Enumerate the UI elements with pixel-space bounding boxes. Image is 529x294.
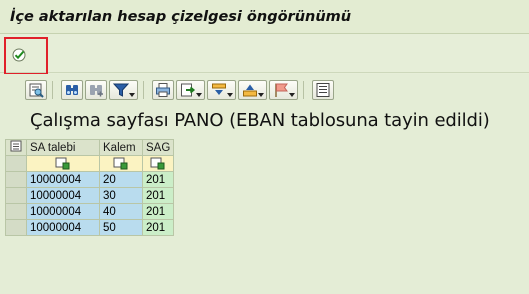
table-row: 10000004 40 201: [5, 203, 175, 220]
table-row: 10000004 20 201: [5, 171, 175, 188]
column-filter-button[interactable]: [99, 155, 143, 172]
print-button[interactable]: [152, 80, 174, 100]
column-filter-button[interactable]: [141, 155, 175, 172]
cell-sa-talebi[interactable]: 10000004: [26, 203, 100, 220]
flag-button[interactable]: [269, 80, 298, 100]
column-header-sag[interactable]: SAG: [141, 139, 175, 156]
dropdown-arrow-icon: [129, 93, 135, 97]
dropdown-arrow-icon: [289, 93, 295, 97]
export-button[interactable]: [176, 80, 205, 100]
flag-icon: [275, 83, 288, 97]
row-selector[interactable]: [5, 155, 27, 172]
layout-icon: [316, 83, 330, 97]
export-icon: [181, 83, 196, 97]
dropdown-arrow-icon: [258, 93, 264, 97]
row-selector[interactable]: [5, 171, 27, 188]
sort-button[interactable]: [238, 80, 267, 100]
select-all-icon: [10, 140, 22, 152]
cell-sag[interactable]: 201: [141, 171, 175, 188]
filter-icon: [113, 83, 129, 97]
title-bar: İçe aktarılan hesap çizelgesi öngörünümü: [0, 0, 529, 34]
cell-sa-talebi[interactable]: 10000004: [26, 219, 100, 236]
details-icon: [29, 83, 44, 98]
filter-row: [5, 155, 175, 172]
sum-button[interactable]: [207, 80, 236, 100]
window-title: İçe aktarılan hesap çizelgesi öngörünümü: [10, 9, 352, 25]
cell-kalem[interactable]: 30: [99, 187, 143, 204]
alv-grid-title: Çalışma sayfası PANO (EBAN tablosuna tay…: [30, 110, 490, 131]
header-row: SA talebi Kalem SAG: [5, 139, 175, 156]
column-filter-icon: [113, 157, 128, 170]
application-toolbar: [0, 35, 529, 73]
toolbar-separator: [303, 81, 308, 99]
alv-toolbar: [25, 79, 334, 101]
cell-sa-talebi[interactable]: 10000004: [26, 171, 100, 188]
execute-check-icon: [12, 48, 26, 62]
column-filter-icon: [150, 157, 165, 170]
filter-button[interactable]: [109, 80, 138, 100]
find-icon: [66, 85, 78, 95]
row-selector[interactable]: [5, 219, 27, 236]
column-header-sa-talebi[interactable]: SA talebi: [26, 139, 100, 156]
find-next-icon: [90, 85, 103, 97]
column-header-kalem[interactable]: Kalem: [99, 139, 143, 156]
table-row: 10000004 50 201: [5, 219, 175, 236]
execute-button[interactable]: [11, 47, 27, 63]
cell-sag[interactable]: 201: [141, 219, 175, 236]
sort-icon: [243, 84, 257, 97]
select-all-cell[interactable]: [5, 139, 27, 156]
dropdown-arrow-icon: [196, 93, 202, 97]
row-selector[interactable]: [5, 187, 27, 204]
toolbar-separator: [143, 81, 148, 99]
alv-grid: SA talebi Kalem SAG 10000004 20 201 1000…: [5, 139, 175, 236]
dropdown-arrow-icon: [227, 93, 233, 97]
cell-kalem[interactable]: 20: [99, 171, 143, 188]
print-icon: [156, 83, 170, 97]
column-filter-button[interactable]: [26, 155, 100, 172]
find-button[interactable]: [61, 80, 83, 100]
toolbar-separator: [52, 81, 57, 99]
row-selector[interactable]: [5, 203, 27, 220]
column-filter-icon: [55, 157, 70, 170]
cell-sa-talebi[interactable]: 10000004: [26, 187, 100, 204]
sum-icon: [212, 83, 226, 95]
cell-kalem[interactable]: 50: [99, 219, 143, 236]
layout-button[interactable]: [312, 80, 334, 100]
cell-kalem[interactable]: 40: [99, 203, 143, 220]
details-button[interactable]: [25, 80, 47, 100]
find-next-button[interactable]: [85, 80, 107, 100]
table-row: 10000004 30 201: [5, 187, 175, 204]
cell-sag[interactable]: 201: [141, 187, 175, 204]
cell-sag[interactable]: 201: [141, 203, 175, 220]
